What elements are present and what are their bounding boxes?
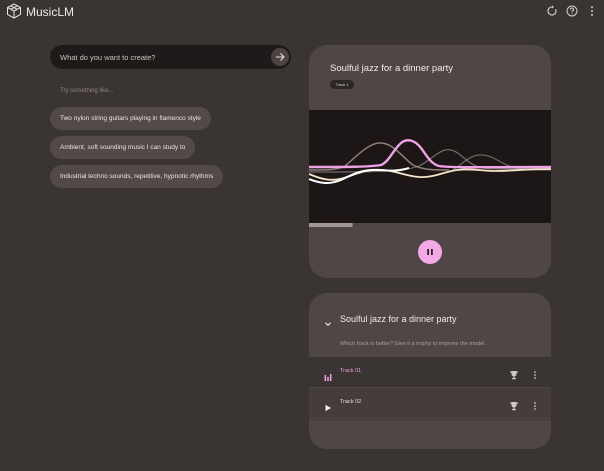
equalizer-icon	[324, 368, 332, 381]
top-bar: MusicLM	[0, 0, 604, 24]
pause-icon	[427, 249, 433, 255]
track-label: Track 01	[340, 368, 362, 374]
prompt-box	[50, 45, 291, 69]
waveform-pink	[309, 139, 551, 169]
track-label: Track 02	[340, 399, 362, 405]
comparison-title: Soulful jazz for a dinner party	[340, 314, 457, 324]
arrow-right-icon	[276, 53, 285, 61]
submit-button[interactable]	[271, 48, 289, 66]
prompt-input[interactable]	[60, 45, 260, 69]
track-row[interactable]: Track 01	[309, 357, 551, 387]
comparison-hint: Which track is better? Give it a trophy …	[340, 341, 486, 347]
trophy-icon[interactable]	[509, 398, 519, 411]
more-vert-icon[interactable]	[586, 5, 598, 17]
player-title: Soulful jazz for a dinner party	[330, 63, 454, 74]
play-icon[interactable]	[324, 399, 332, 412]
suggestion-chip[interactable]: Industrial techno sounds, repetitive, hy…	[50, 165, 224, 188]
divider	[309, 419, 551, 420]
waveform-visualizer[interactable]	[309, 110, 551, 227]
more-vert-icon[interactable]	[531, 367, 539, 379]
suggestion-chip[interactable]: Ambient, soft sounding music I can study…	[50, 136, 196, 159]
more-vert-icon[interactable]	[531, 398, 539, 410]
logo-icon	[6, 3, 22, 19]
progress-fill	[309, 223, 353, 227]
trophy-icon[interactable]	[509, 367, 519, 380]
comparison-card: Soulful jazz for a dinner party Which tr…	[309, 293, 551, 449]
help-icon[interactable]	[566, 5, 578, 17]
app-title: MusicLM	[26, 5, 75, 19]
suggestion-chip[interactable]: Two nylon string guitars playing in flam…	[50, 107, 211, 130]
suggestions-label: Try something like...	[60, 88, 114, 94]
history-icon[interactable]	[546, 5, 558, 17]
track-row[interactable]: Track 02	[309, 388, 551, 418]
player-card: Soulful jazz for a dinner party Track 1	[309, 45, 551, 278]
chevron-down-icon[interactable]	[324, 315, 332, 327]
track-badge: Track 1	[330, 80, 354, 89]
pause-button[interactable]	[418, 240, 442, 264]
